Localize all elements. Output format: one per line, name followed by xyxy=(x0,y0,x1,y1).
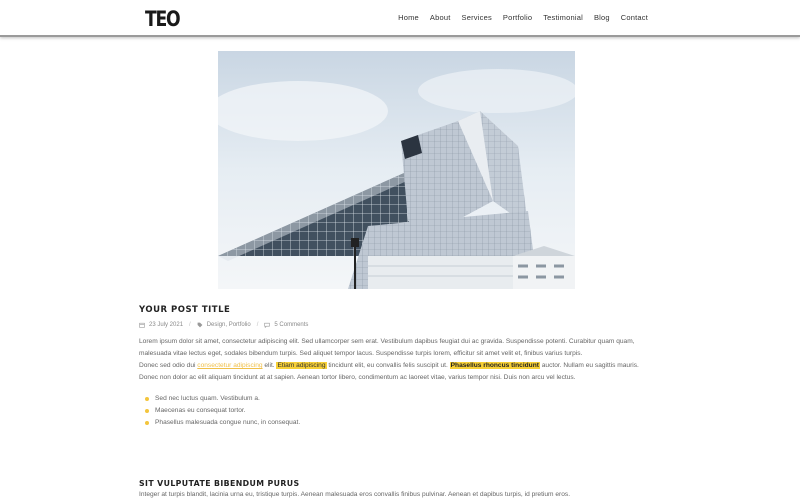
post-meta: 23 July 2021 / Design, Portfolio / 5 Com… xyxy=(139,322,654,328)
main-nav: Home About Services Portfolio Testimonia… xyxy=(398,13,648,22)
bullet-dot xyxy=(145,421,149,425)
list-item: Sed nec luctus quam. Vestibulum a. xyxy=(139,393,654,405)
comments-icon xyxy=(264,322,271,328)
highlighted-bold-text: Phasellus rhoncus tincidunt xyxy=(449,362,540,369)
post-paragraph-2: Donec sed odio dui consectetur adipiscin… xyxy=(139,360,654,384)
paragraph-text: Donec sed odio dui xyxy=(139,362,198,369)
nav-portfolio[interactable]: Portfolio xyxy=(503,13,532,22)
blog-post: YOUR POST TITLE 23 July 2021 / Design, P… xyxy=(139,305,654,429)
calendar-icon xyxy=(139,322,145,328)
post-categories[interactable]: Design, Portfolio xyxy=(207,322,251,328)
bullet-dot xyxy=(145,397,149,401)
list-item: Phasellus malesuada congue nunc, in cons… xyxy=(139,417,654,429)
section-paragraph: Integer at turpis blandit, lacinia urna … xyxy=(139,491,571,498)
nav-about[interactable]: About xyxy=(430,13,451,22)
highlighted-text: Etiam adipiscing xyxy=(276,362,327,369)
nav-services[interactable]: Services xyxy=(462,13,492,22)
inline-link[interactable]: consectetur adipiscing xyxy=(197,362,262,369)
building-photo xyxy=(218,51,575,289)
meta-divider: / xyxy=(189,322,191,328)
post-title: YOUR POST TITLE xyxy=(139,305,231,315)
paragraph-text: tincidunt elit, eu convallis felis susci… xyxy=(326,362,450,369)
list-item-text: Phasellus malesuada congue nunc, in cons… xyxy=(155,419,301,426)
bullet-dot xyxy=(145,409,149,413)
meta-divider: / xyxy=(256,322,259,328)
post-hero-image xyxy=(218,51,575,289)
post-date: 23 July 2021 xyxy=(149,322,184,328)
post-comments-count[interactable]: 5 Comments xyxy=(274,322,308,328)
nav-blog[interactable]: Blog xyxy=(594,13,610,22)
post-paragraph-1: Lorem ipsum dolor sit amet, consectetur … xyxy=(139,338,635,357)
site-logo[interactable]: TEO xyxy=(145,7,181,31)
nav-home[interactable]: Home xyxy=(398,13,419,22)
paragraph-text: elit. xyxy=(262,362,277,369)
post-bullet-list: Sed nec luctus quam. Vestibulum a. Maece… xyxy=(139,393,654,429)
tag-icon xyxy=(197,322,203,328)
site-header: TEO Home About Services Portfolio Testim… xyxy=(0,0,800,37)
nav-testimonial[interactable]: Testimonial xyxy=(543,13,583,22)
nav-contact[interactable]: Contact xyxy=(621,13,648,22)
section-heading: SIT VULPUTATE BIBENDUM PURUS xyxy=(139,479,300,488)
list-item-text: Sed nec luctus quam. Vestibulum a. xyxy=(155,395,260,402)
list-item: Maecenas eu consequat tortor. xyxy=(139,405,654,417)
list-item-text: Maecenas eu consequat tortor. xyxy=(155,407,246,414)
